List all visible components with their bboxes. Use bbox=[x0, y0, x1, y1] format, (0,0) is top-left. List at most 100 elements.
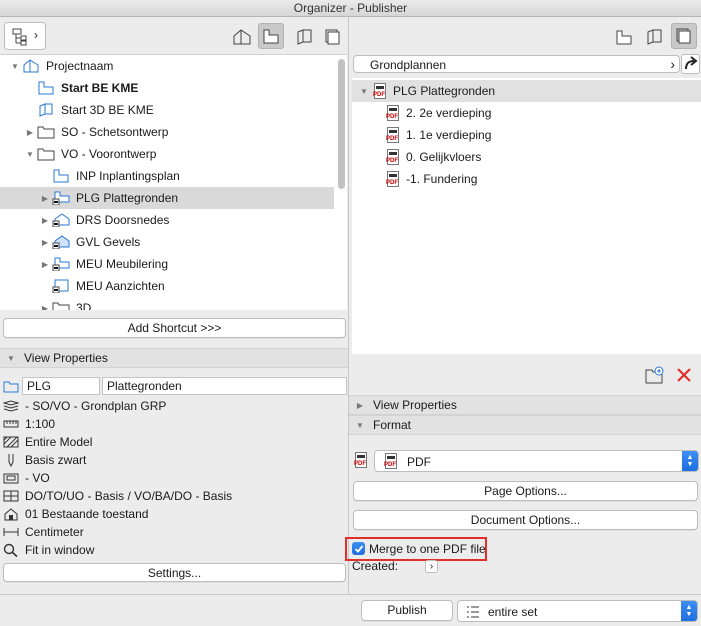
section-folder-icon bbox=[52, 213, 70, 228]
right-view-map-tab[interactable] bbox=[611, 24, 637, 50]
publisher-item[interactable]: PDF 1. 1e verdieping bbox=[352, 124, 701, 146]
page-options-button[interactable]: Page Options... bbox=[353, 481, 698, 501]
3d-view-icon bbox=[37, 103, 55, 117]
publisher-sets-tab[interactable] bbox=[320, 24, 346, 50]
publisher-sets-icon bbox=[676, 28, 691, 44]
new-folder-button[interactable] bbox=[645, 366, 665, 384]
publish-button[interactable]: Publish bbox=[361, 600, 453, 621]
publisher-folder-label: PLG Plattegronden bbox=[393, 84, 496, 98]
view-property-row: Entire Model bbox=[0, 433, 92, 451]
tree-item[interactable]: ▶ DRS Doorsnedes bbox=[0, 209, 334, 231]
publisher-item-label: -1. Fundering bbox=[406, 172, 478, 186]
go-up-button[interactable] bbox=[681, 54, 700, 74]
tree-item[interactable]: ▶ 3D bbox=[0, 297, 334, 310]
tree-item[interactable]: ▶ MEU Meubilering bbox=[0, 253, 334, 275]
view-map-tab[interactable] bbox=[258, 23, 284, 49]
view-property-row: 01 Bestaande toestand bbox=[0, 505, 148, 523]
right-publisher-sets-tab[interactable] bbox=[671, 23, 697, 49]
interior-elevation-icon bbox=[52, 279, 70, 294]
view-properties-list: - SO/VO - Grondplan GRP 1:100 Entire Model… bbox=[0, 397, 348, 559]
view-properties-header[interactable]: ▼ View Properties bbox=[0, 348, 348, 368]
pane-divider[interactable] bbox=[348, 17, 349, 594]
tree-item[interactable]: INP Inplantingsplan bbox=[0, 165, 334, 187]
format-header[interactable]: ▼ Format bbox=[349, 415, 701, 435]
disclosure-open-icon: ▼ bbox=[360, 86, 368, 96]
disclosure-closed-icon[interactable]: ▶ bbox=[40, 193, 50, 203]
right-view-properties-title: View Properties bbox=[373, 398, 457, 412]
tree-scrollbar-thumb[interactable] bbox=[338, 59, 345, 189]
publisher-item-label: 0. Gelijkvloers bbox=[406, 150, 482, 164]
settings-button[interactable]: Settings... bbox=[3, 563, 346, 582]
tree-item[interactable]: Start BE KME bbox=[0, 77, 334, 99]
right-layout-book-tab[interactable] bbox=[641, 24, 667, 50]
disclosure-open-icon: ▼ bbox=[7, 353, 15, 363]
window-title: Organizer - Publisher bbox=[293, 1, 408, 15]
view-property-value: Fit in window bbox=[25, 543, 95, 557]
disclosure-closed-icon[interactable]: ▶ bbox=[40, 303, 50, 311]
project-map-icon bbox=[12, 28, 27, 46]
disclosure-open-icon: ▼ bbox=[356, 420, 364, 430]
view-id-field[interactable]: PLG bbox=[22, 377, 100, 395]
format-select[interactable]: PDF PDF ▲ ▼ bbox=[374, 450, 699, 472]
view-id-row: PLG Plattegronden bbox=[0, 377, 348, 397]
scale-icon bbox=[3, 417, 19, 431]
publisher-set-path[interactable]: Grondplannen › bbox=[353, 55, 680, 73]
house-icon bbox=[233, 29, 251, 45]
navigator-popup-button[interactable]: › bbox=[4, 22, 46, 50]
select-arrows-icon: ▲ ▼ bbox=[682, 451, 698, 471]
list-icon bbox=[467, 606, 479, 618]
publisher-item[interactable]: PDF 2. 2e verdieping bbox=[352, 102, 701, 124]
disclosure-closed-icon: ▶ bbox=[356, 400, 364, 410]
pdf-icon: PDF bbox=[386, 127, 400, 143]
disclosure-closed-icon[interactable]: ▶ bbox=[25, 127, 35, 137]
publisher-item[interactable]: PDF -1. Fundering bbox=[352, 168, 701, 190]
tree-item[interactable]: ▶ GVL Gevels bbox=[0, 231, 334, 253]
structure-display-icon bbox=[3, 435, 19, 449]
created-label: Created: bbox=[352, 559, 399, 573]
tree-item-label: Start BE KME bbox=[61, 81, 139, 95]
plan-view-icon bbox=[616, 30, 632, 45]
plan-view-icon bbox=[263, 29, 279, 44]
tree-item-label: 3D bbox=[76, 301, 92, 310]
publish-scope-select[interactable]: entire set ▲ ▼ bbox=[457, 600, 698, 622]
created-reveal-button[interactable]: › bbox=[425, 560, 438, 573]
publisher-item[interactable]: PDF 0. Gelijkvloers bbox=[352, 146, 701, 168]
right-view-properties-header[interactable]: ▶ View Properties bbox=[349, 395, 701, 415]
merge-pdf-checkbox[interactable] bbox=[352, 542, 365, 555]
project-map-tab[interactable] bbox=[229, 24, 255, 50]
view-property-value: DO/TO/UO - Basis / VO/BA/DO - Basis bbox=[25, 489, 233, 503]
tree-item[interactable]: Start 3D BE KME bbox=[0, 99, 334, 121]
format-select-value: PDF bbox=[407, 455, 431, 469]
tree-item[interactable]: ▶ SO - Schetsontwerp bbox=[0, 121, 334, 143]
disclosure-open-icon[interactable]: ▼ bbox=[25, 149, 35, 159]
left-toolbar: › bbox=[0, 18, 348, 54]
view-property-row: DO/TO/UO - Basis / VO/BA/DO - Basis bbox=[0, 487, 232, 505]
select-arrows-icon: ▲ ▼ bbox=[681, 601, 697, 621]
add-shortcut-button[interactable]: Add Shortcut >>> bbox=[3, 318, 346, 338]
pdf-icon: PDF bbox=[384, 453, 398, 469]
tree-item[interactable]: ▼ VO - Voorontwerp bbox=[0, 143, 334, 165]
publisher-folder-row[interactable]: ▼ PDF PLG Plattegronden bbox=[352, 80, 701, 102]
project-icon bbox=[22, 59, 40, 73]
plan-folder-icon bbox=[52, 257, 70, 272]
publisher-set-tree: ▼ PDF PLG Plattegronden PDF 2. 2e verdiep… bbox=[352, 78, 701, 354]
view-name-field[interactable]: Plattegronden bbox=[102, 377, 347, 395]
tree-item[interactable]: MEU Aanzichten bbox=[0, 275, 334, 297]
merge-pdf-label[interactable]: Merge to one PDF file bbox=[369, 542, 486, 556]
checkmark-icon bbox=[354, 544, 363, 553]
layout-book-icon bbox=[297, 29, 312, 45]
tree-item[interactable]: ▶ PLG Plattegronden bbox=[0, 187, 334, 209]
disclosure-closed-icon[interactable]: ▶ bbox=[40, 259, 50, 269]
disclosure-open-icon[interactable]: ▼ bbox=[10, 61, 20, 71]
document-options-button[interactable]: Document Options... bbox=[353, 510, 698, 530]
disclosure-closed-icon[interactable]: ▶ bbox=[40, 215, 50, 225]
tree-item[interactable]: ▼ Projectnaam bbox=[0, 55, 334, 77]
plan-view-icon bbox=[52, 169, 70, 183]
disclosure-closed-icon[interactable]: ▶ bbox=[40, 237, 50, 247]
delete-button[interactable] bbox=[676, 367, 694, 385]
pdf-icon: PDF bbox=[386, 105, 400, 121]
layout-book-tab[interactable] bbox=[291, 24, 317, 50]
publish-scope-value: entire set bbox=[488, 605, 538, 619]
